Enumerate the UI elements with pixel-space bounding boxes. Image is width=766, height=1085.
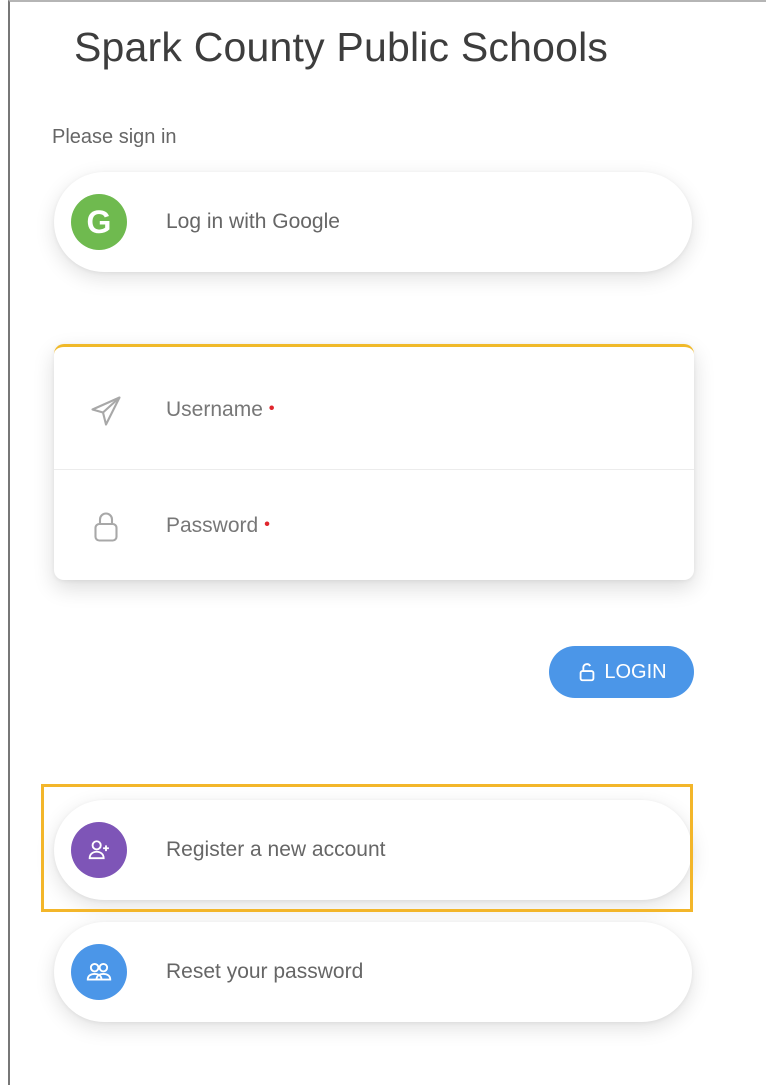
required-marker: • (268, 400, 275, 417)
unlock-icon (580, 663, 595, 682)
lock-icon (94, 512, 118, 542)
password-field[interactable]: Password • (54, 469, 694, 585)
login-button[interactable]: LOGIN (549, 646, 694, 698)
page-title: Spark County Public Schools (74, 24, 609, 70)
password-label: Password • (166, 514, 270, 537)
google-avatar-letter: G (86, 203, 112, 240)
login-form: Username • Password • (54, 344, 694, 580)
register-account-button[interactable]: Register a new account (54, 800, 692, 900)
login-label: LOGIN (604, 660, 667, 683)
register-label: Register a new account (166, 838, 386, 861)
reset-password-button[interactable]: Reset your password (54, 922, 692, 1022)
username-field[interactable]: Username • (54, 353, 694, 470)
google-login-label: Log in with Google (166, 210, 340, 233)
username-label: Username • (166, 398, 275, 421)
user-plus-icon (71, 822, 127, 878)
paper-plane-icon (91, 396, 121, 426)
google-login-button[interactable]: G Log in with Google (54, 172, 692, 272)
required-marker: • (264, 516, 270, 533)
google-icon: G (71, 194, 127, 250)
reset-label: Reset your password (166, 960, 364, 983)
signin-prompt: Please sign in (52, 126, 177, 148)
users-icon (71, 944, 127, 1000)
